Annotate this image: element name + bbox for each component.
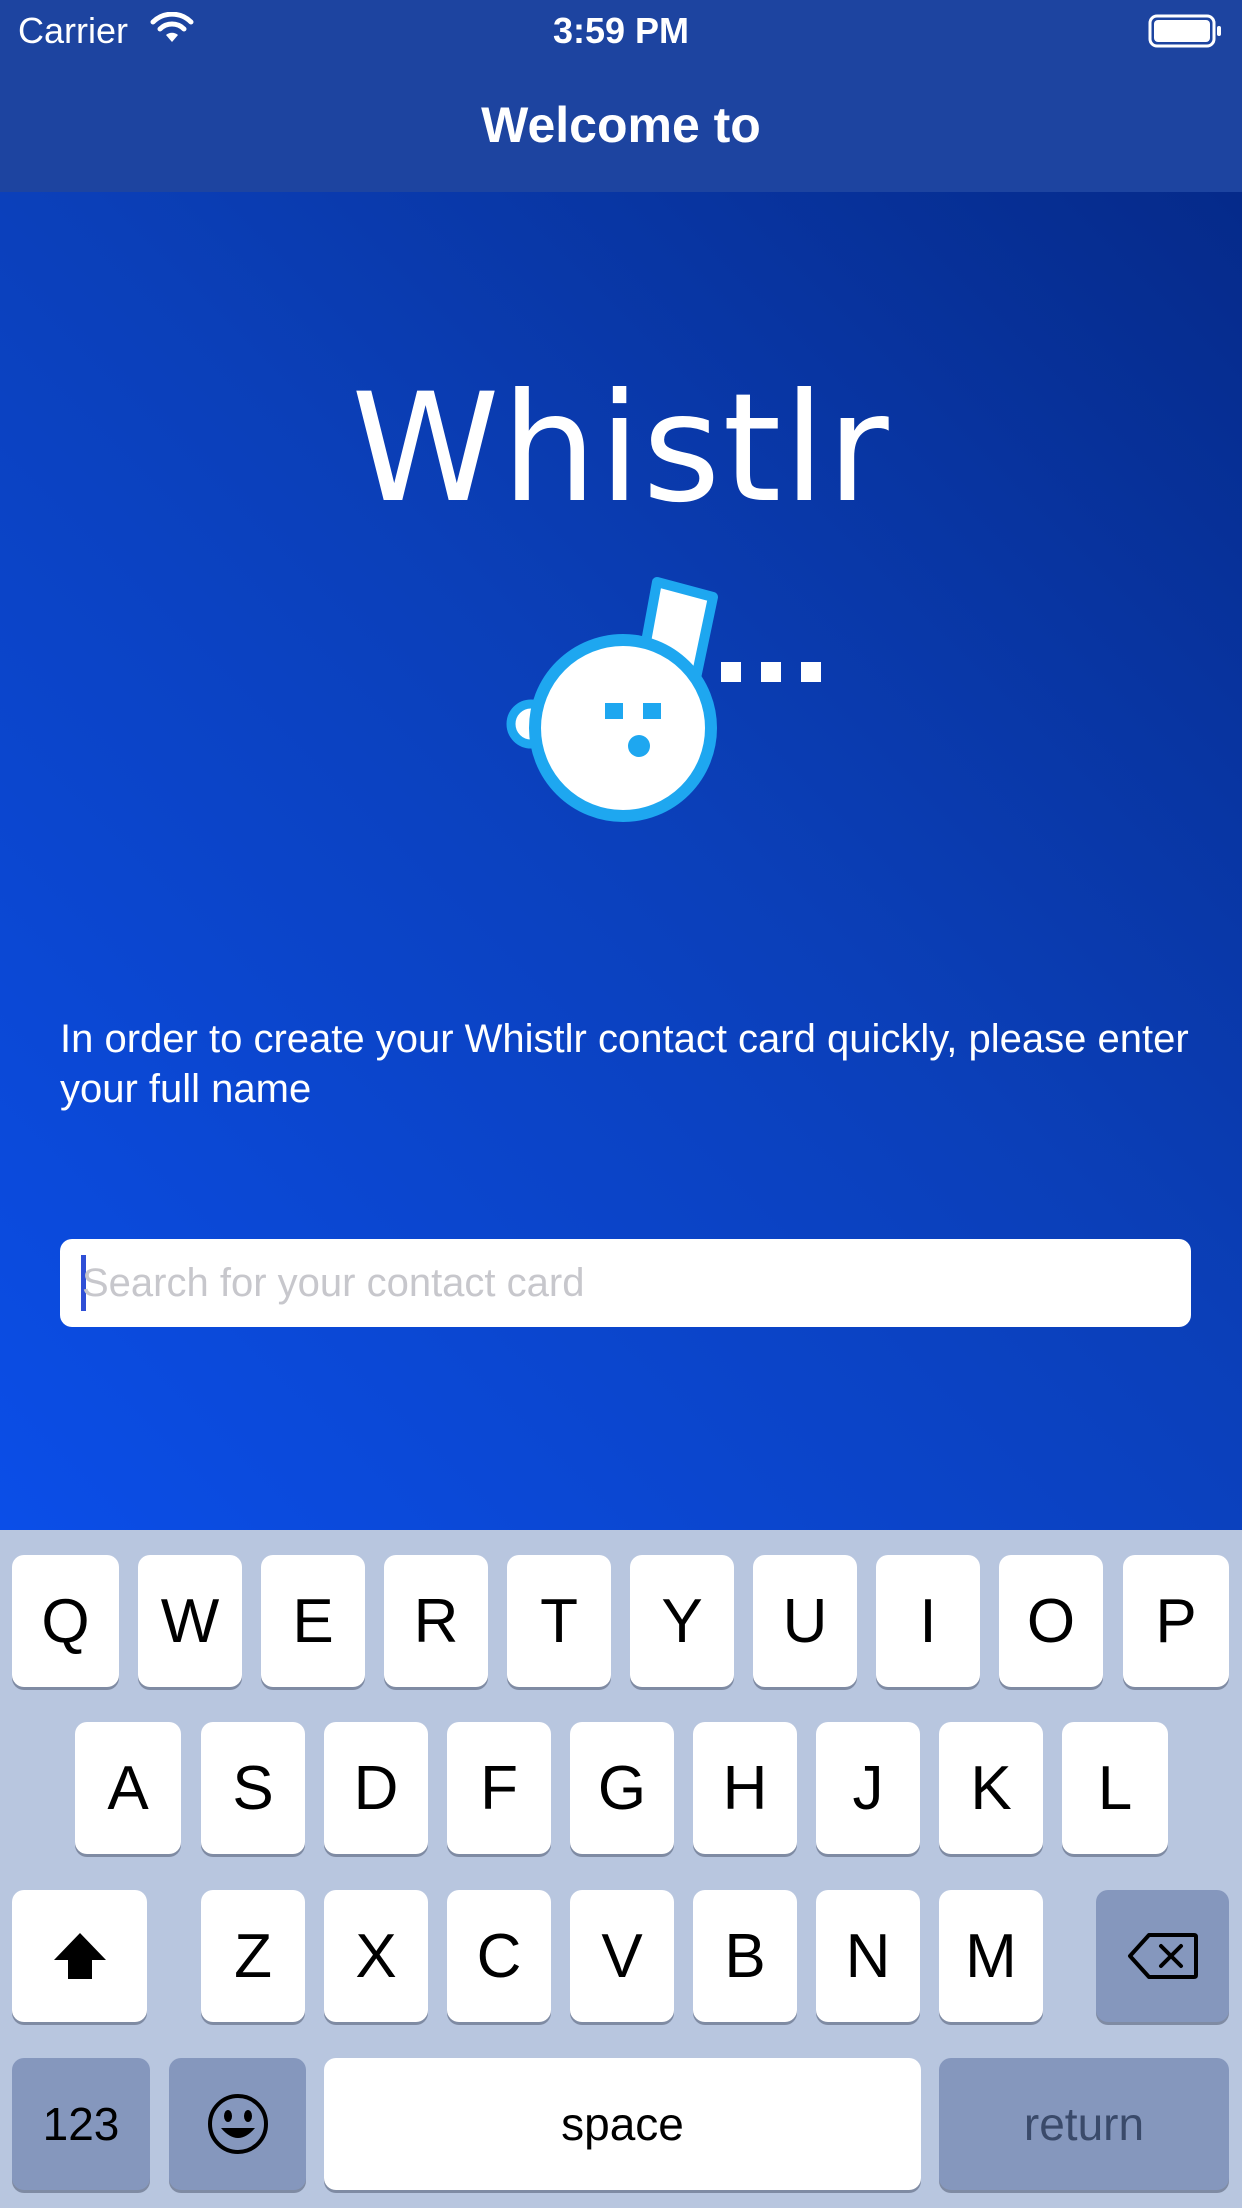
welcome-panel: Whistlr In order to create your Whistlr … bbox=[0, 192, 1242, 1530]
emoji-icon bbox=[207, 2094, 268, 2154]
key-x[interactable]: X bbox=[324, 1890, 428, 2022]
search-field-container[interactable] bbox=[60, 1239, 1191, 1327]
key-u[interactable]: U bbox=[753, 1555, 857, 1687]
delete-key[interactable] bbox=[1096, 1890, 1229, 2022]
keyboard: Q W E R T Y U I O P A S D F G H J K L Z … bbox=[0, 1530, 1242, 2208]
key-r[interactable]: R bbox=[384, 1555, 488, 1687]
battery-icon bbox=[1148, 14, 1221, 48]
key-z[interactable]: Z bbox=[201, 1890, 305, 2022]
status-bar: Carrier 3:59 PM bbox=[0, 0, 1242, 62]
key-y[interactable]: Y bbox=[630, 1555, 734, 1687]
key-w[interactable]: W bbox=[138, 1555, 242, 1687]
key-b[interactable]: B bbox=[693, 1890, 797, 2022]
shift-arrow-icon bbox=[53, 1933, 106, 1979]
key-k[interactable]: K bbox=[939, 1722, 1043, 1854]
key-f[interactable]: F bbox=[447, 1722, 551, 1854]
app-name: Whistlr bbox=[351, 362, 891, 536]
key-j[interactable]: J bbox=[816, 1722, 920, 1854]
key-a[interactable]: A bbox=[75, 1722, 181, 1854]
nav-title: Welcome to bbox=[481, 97, 761, 153]
key-s[interactable]: S bbox=[201, 1722, 305, 1854]
key-t[interactable]: T bbox=[507, 1555, 611, 1687]
return-key[interactable]: return bbox=[939, 2058, 1229, 2190]
key-m[interactable]: M bbox=[939, 1890, 1043, 2022]
key-p[interactable]: P bbox=[1123, 1555, 1229, 1687]
clock: 3:59 PM bbox=[552, 10, 690, 51]
key-l[interactable]: L bbox=[1062, 1722, 1168, 1854]
emoji-key[interactable] bbox=[169, 2058, 306, 2190]
key-o[interactable]: O bbox=[999, 1555, 1103, 1687]
key-h[interactable]: H bbox=[693, 1722, 797, 1854]
numbers-key[interactable]: 123 bbox=[12, 2058, 150, 2190]
key-v[interactable]: V bbox=[570, 1890, 674, 2022]
whistlr-logo-icon bbox=[506, 577, 821, 822]
key-q[interactable]: Q bbox=[12, 1555, 119, 1687]
top-bar: Carrier 3:59 PM Welcome to bbox=[0, 0, 1242, 192]
screen: Carrier 3:59 PM Welcome to Whistlr In or… bbox=[0, 0, 1242, 2208]
backspace-icon bbox=[1127, 1933, 1198, 1979]
intro-text: In order to create your Whistlr contact … bbox=[60, 1017, 1189, 1111]
key-g[interactable]: G bbox=[570, 1722, 674, 1854]
key-i[interactable]: I bbox=[876, 1555, 980, 1687]
key-e[interactable]: E bbox=[261, 1555, 365, 1687]
space-key[interactable]: space bbox=[324, 2058, 921, 2190]
key-c[interactable]: C bbox=[447, 1890, 551, 2022]
key-d[interactable]: D bbox=[324, 1722, 428, 1854]
search-input[interactable] bbox=[82, 1239, 1172, 1327]
key-n[interactable]: N bbox=[816, 1890, 920, 2022]
shift-key[interactable] bbox=[12, 1890, 147, 2022]
